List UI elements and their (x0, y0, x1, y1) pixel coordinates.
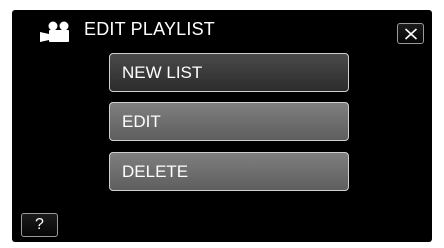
help-button[interactable]: ? (21, 213, 58, 237)
edit-label: EDIT (122, 111, 161, 131)
delete-button[interactable]: DELETE (109, 152, 349, 191)
delete-label: DELETE (122, 161, 189, 181)
new-list-button[interactable]: NEW LIST (109, 53, 349, 92)
help-label: ? (35, 216, 44, 233)
close-button[interactable] (397, 23, 424, 44)
edit-button[interactable]: EDIT (109, 102, 349, 141)
header-bar: EDIT PLAYLIST (12, 10, 432, 48)
page-title: EDIT PLAYLIST (84, 19, 215, 39)
video-camera-icon (40, 21, 69, 42)
menu-screen: EDIT PLAYLIST NEW LIST EDIT DELETE ? (12, 10, 432, 242)
close-x-icon (404, 27, 417, 40)
new-list-label: NEW LIST (122, 62, 203, 82)
